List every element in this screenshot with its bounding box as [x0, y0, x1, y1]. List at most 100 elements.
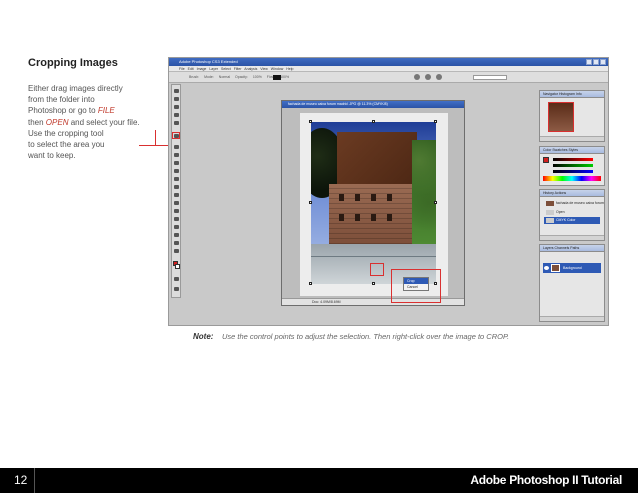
crop-handle: [434, 120, 437, 123]
layer-background: Background: [543, 263, 601, 273]
layer-name: Background: [563, 266, 582, 270]
history-snapshot: fachada de museo caixa forum: [544, 200, 604, 207]
file-menu-term: FILE: [97, 106, 115, 116]
window: [387, 194, 392, 201]
history-panel-tabs: History Actions: [540, 190, 604, 197]
options-bar: Brush: Mode: Normal Opacity: 100% Flow: …: [169, 72, 608, 83]
instruction-line-7: want to keep.: [28, 151, 76, 161]
footer-title: Adobe Photoshop II Tutorial: [470, 473, 622, 487]
type-tool-icon: [174, 217, 179, 221]
window: [339, 214, 344, 221]
background-color-swatch: [175, 264, 180, 269]
history-step-open: Open: [544, 209, 600, 216]
instruction-line-3: Photoshop or go to FILE: [28, 106, 115, 116]
color-chip: [543, 157, 549, 163]
note-text: Use the control points to adjust the sel…: [222, 332, 510, 341]
blue-slider: [553, 170, 593, 173]
layers-panel: Layers Channels Paths Background: [539, 244, 605, 322]
crop-handle: [372, 120, 375, 123]
history-step-icon: [546, 210, 554, 215]
history-panel-footer: [540, 235, 604, 240]
navigator-panel: Navigator Histogram Info: [539, 90, 605, 142]
quick-mask-icon: [174, 277, 179, 281]
note-label: Note:: [193, 332, 214, 341]
page-footer: 12 Adobe Photoshop II Tutorial: [0, 468, 638, 493]
window-controls: [586, 59, 606, 65]
instruction-line-1: Either drag images directly: [28, 84, 123, 93]
stamp-tool-icon: [174, 161, 179, 165]
window: [355, 214, 360, 221]
crop-handle: [434, 201, 437, 204]
window: [339, 194, 344, 201]
crop-handle: [372, 282, 375, 285]
hand-tool-icon: [174, 249, 179, 253]
red-slider: [553, 158, 593, 161]
slice-tool-icon: [174, 121, 179, 125]
history-brush-tool-icon: [174, 169, 179, 173]
instruction-line-2: from the folder into: [28, 95, 95, 105]
document-status: Doc: 4.09M/8.69M: [312, 300, 341, 304]
marquee-tool-icon: [174, 97, 179, 101]
close-icon: [600, 59, 606, 65]
app-title: Adobe Photoshop CS3 Extended: [179, 59, 238, 64]
eye-icon: [544, 266, 549, 270]
blur-tool-icon: [174, 193, 179, 197]
layers-panel-footer: [540, 316, 604, 321]
eraser-tool-icon: [174, 177, 179, 181]
section-heading: Cropping Images: [28, 57, 118, 69]
notes-tool-icon: [174, 241, 179, 245]
navigator-zoom-bar: [540, 136, 604, 141]
window: [371, 194, 376, 201]
instruction-line-4: then OPEN and select your file.: [28, 117, 140, 127]
options-swatch: [273, 75, 281, 80]
photoshop-screenshot: Adobe Photoshop CS3 Extended File Edit I…: [168, 57, 609, 326]
window: [355, 194, 360, 201]
options-dot-icon: [425, 74, 431, 80]
instructions-text: Either drag images directly from the fol…: [28, 83, 168, 161]
crop-handle: [309, 201, 312, 204]
history-step-icon: [546, 218, 554, 223]
maximize-icon: [593, 59, 599, 65]
layers-panel-tabs: Layers Channels Paths: [540, 245, 604, 252]
document-title-bar: fachada de museo caixa forum madrid .JPG…: [282, 101, 464, 108]
layer-thumbnail: [551, 264, 560, 272]
shape-tool-icon: [174, 233, 179, 237]
app-title-bar: Adobe Photoshop CS3 Extended: [169, 58, 608, 66]
lasso-tool-icon: [174, 105, 179, 109]
healing-tool-icon: [174, 145, 179, 149]
window: [371, 214, 376, 221]
building-photo: [311, 122, 436, 284]
crop-context-menu: Crop Cancel: [403, 277, 429, 291]
document-title: fachada de museo caixa forum madrid .JPG…: [288, 102, 388, 106]
options-dot-icon: [414, 74, 420, 80]
crop-center-highlight: [370, 263, 384, 276]
page-number: 12: [14, 473, 28, 487]
window: [387, 214, 392, 221]
color-panel: Color Swatches Styles: [539, 146, 605, 186]
brush-tool-icon: [174, 153, 179, 157]
instruction-line-5: Use the cropping tool: [28, 128, 104, 138]
crop-handle: [309, 282, 312, 285]
brick-lower-facade: [329, 184, 419, 244]
navigator-panel-tabs: Navigator Histogram Info: [540, 91, 604, 98]
context-menu-cancel: Cancel: [407, 285, 418, 289]
crop-tool-callout-line: [139, 145, 170, 146]
history-step-cmyk: CMYK Color: [544, 217, 600, 224]
rusted-upper-facade: [337, 132, 417, 184]
color-panel-tabs: Color Swatches Styles: [540, 147, 604, 154]
crop-handle: [309, 120, 312, 123]
plaza-edge: [311, 256, 436, 257]
page-number-divider: [34, 468, 35, 493]
gradient-tool-icon: [174, 185, 179, 189]
crop-tool-callout-vertical: [155, 130, 156, 146]
snapshot-thumbnail: [546, 201, 554, 206]
path-selection-tool-icon: [174, 225, 179, 229]
crop-tool-highlight: [172, 132, 180, 139]
magic-wand-tool-icon: [174, 113, 179, 117]
navigator-thumbnail: [548, 102, 574, 132]
workspace-field: [473, 75, 507, 80]
options-buttons: [414, 74, 442, 80]
open-menu-term: OPEN: [45, 117, 69, 127]
pen-tool-icon: [174, 209, 179, 213]
color-spectrum: [543, 176, 601, 181]
